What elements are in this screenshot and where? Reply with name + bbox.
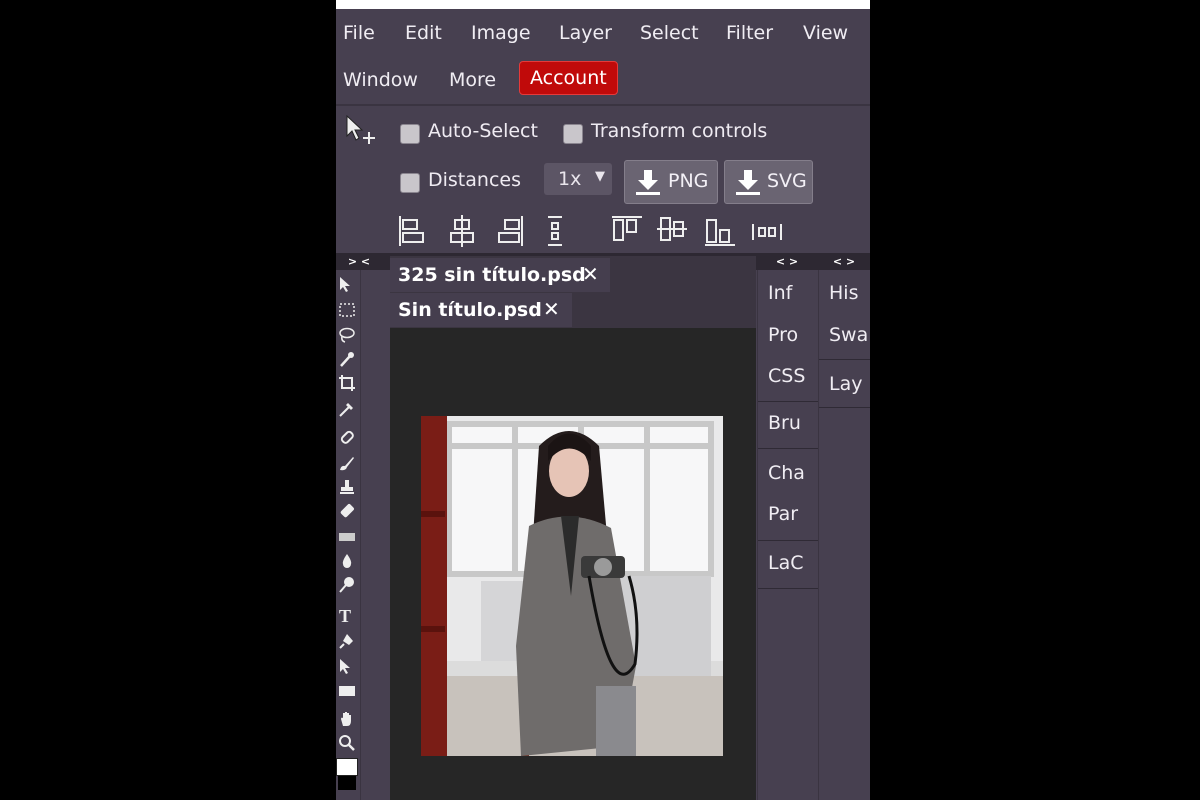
menu-more[interactable]: More [449, 69, 496, 91]
text-tool-icon[interactable]: T [338, 606, 356, 624]
distances-label: Distances [428, 169, 521, 191]
panel-divider [758, 448, 818, 449]
align-bottom-icon[interactable] [704, 214, 736, 248]
zoom-tool-icon[interactable] [338, 734, 356, 752]
clone-stamp-tool-icon[interactable] [338, 478, 356, 496]
toolbar-collapse-toggle[interactable]: > < [336, 254, 382, 270]
auto-select-checkbox[interactable] [400, 124, 420, 144]
distribute-horizontal-icon[interactable] [750, 220, 784, 244]
panel-tab-swatches[interactable]: Swa [829, 324, 868, 346]
panel-column-1: Inf Pro CSS Bru Cha Par LaC [757, 270, 818, 800]
canvas-area[interactable] [390, 328, 756, 800]
panel-tab-character[interactable]: Cha [768, 462, 805, 484]
healing-brush-tool-icon[interactable] [338, 428, 356, 446]
blur-tool-icon[interactable] [338, 552, 356, 570]
menu-edit[interactable]: Edit [405, 22, 442, 44]
panel-column-2: His Swa Lay [818, 270, 870, 800]
menu-view[interactable]: View [803, 22, 848, 44]
menu-separator [336, 104, 870, 106]
menu-image[interactable]: Image [471, 22, 531, 44]
download-icon [736, 170, 760, 195]
panel-divider [758, 540, 818, 541]
panel-divider [758, 588, 818, 589]
align-center-h-icon[interactable] [448, 214, 476, 248]
brush-tool-icon[interactable] [338, 454, 356, 472]
distances-checkbox[interactable] [400, 173, 420, 193]
photo-editor-app: File Edit Image Layer Select Filter View… [336, 0, 870, 800]
tab-document-2[interactable]: Sin título.psd ✕ [390, 293, 572, 327]
pen-tool-icon[interactable] [338, 632, 356, 650]
align-right-icon[interactable] [496, 214, 524, 248]
close-icon[interactable]: ✕ [582, 262, 599, 286]
gradient-tool-icon[interactable] [338, 528, 356, 546]
menu-layer[interactable]: Layer [559, 22, 612, 44]
crop-tool-icon[interactable] [338, 374, 356, 392]
hand-tool-icon[interactable] [338, 710, 356, 728]
menu-filter[interactable]: Filter [726, 22, 773, 44]
panel-tab-brush[interactable]: Bru [768, 412, 801, 434]
path-select-tool-icon[interactable] [338, 658, 356, 676]
transform-controls-label: Transform controls [591, 120, 768, 142]
panel-column-2-toggle[interactable]: < > [818, 254, 870, 270]
download-icon [636, 170, 660, 195]
account-button[interactable]: Account [519, 61, 618, 95]
menu-window[interactable]: Window [343, 69, 418, 91]
background-color-swatch[interactable] [338, 776, 356, 790]
eraser-tool-icon[interactable] [338, 502, 356, 520]
export-svg-button[interactable]: SVG [724, 160, 813, 204]
panel-divider [819, 359, 870, 360]
svg-text:T: T [339, 606, 351, 624]
export-png-label: PNG [668, 170, 709, 192]
rectangle-tool-icon[interactable] [338, 682, 356, 700]
panel-tab-history[interactable]: His [829, 282, 858, 304]
export-svg-label: SVG [767, 170, 807, 192]
move-tool-icon[interactable] [338, 276, 356, 294]
document-photo[interactable] [421, 416, 723, 756]
panel-tab-info[interactable]: Inf [768, 282, 792, 304]
close-icon[interactable]: ✕ [543, 297, 560, 321]
panel-column-1-toggle[interactable]: < > [757, 254, 817, 270]
chevron-down-icon: ▼ [595, 169, 605, 184]
eyedropper-tool-icon[interactable] [338, 400, 356, 418]
export-scale-value: 1x [558, 168, 582, 190]
export-scale-select[interactable]: 1x ▼ [544, 163, 612, 195]
marquee-tool-icon[interactable] [338, 301, 356, 319]
panel-tab-layers[interactable]: Lay [829, 373, 862, 395]
align-left-icon[interactable] [398, 214, 426, 248]
top-strip [336, 0, 870, 9]
quick-select-tool-icon[interactable] [338, 350, 356, 368]
tab-document-1[interactable]: 325 sin título.psd ✕ [390, 258, 610, 292]
document-tabs: 325 sin título.psd ✕ Sin título.psd ✕ [390, 256, 756, 328]
menu-bar: File Edit Image Layer Select Filter View… [336, 9, 870, 105]
tools-panel: T [336, 270, 361, 800]
auto-select-label: Auto-Select [428, 120, 538, 142]
tab-title: 325 sin título.psd [398, 264, 586, 286]
transform-controls-checkbox[interactable] [563, 124, 583, 144]
tab-title: Sin título.psd [398, 299, 542, 321]
export-png-button[interactable]: PNG [624, 160, 718, 204]
panel-tab-css[interactable]: CSS [768, 365, 805, 387]
dodge-tool-icon[interactable] [338, 576, 356, 594]
lasso-tool-icon[interactable] [338, 326, 356, 344]
move-tool-icon[interactable] [345, 114, 377, 146]
panel-divider [758, 401, 818, 402]
align-middle-v-icon[interactable] [656, 214, 688, 244]
panel-tab-layer-comps[interactable]: LaC [768, 552, 804, 574]
panel-tab-paragraph[interactable]: Par [768, 503, 798, 525]
panel-divider [819, 407, 870, 408]
menu-file[interactable]: File [343, 22, 375, 44]
align-top-icon[interactable] [611, 214, 643, 244]
menu-select[interactable]: Select [640, 22, 699, 44]
foreground-color-swatch[interactable] [336, 758, 358, 776]
distribute-vertical-icon[interactable] [544, 214, 568, 248]
panel-tab-properties[interactable]: Pro [768, 324, 798, 346]
